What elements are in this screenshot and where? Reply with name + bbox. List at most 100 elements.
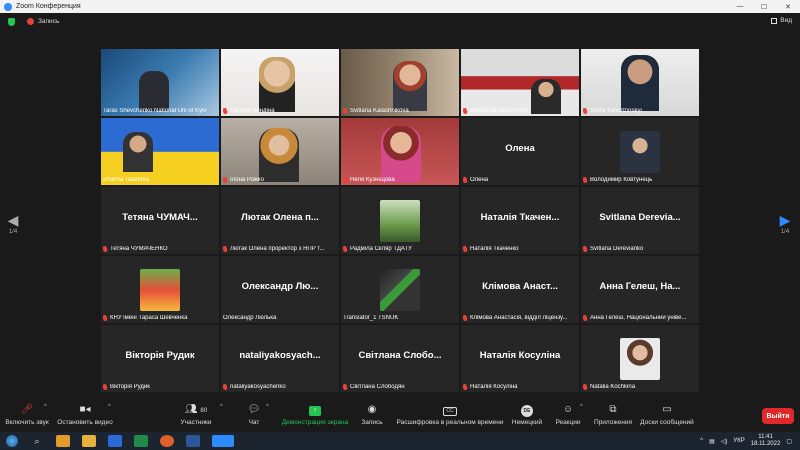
network-icon[interactable]: ▤ — [709, 438, 715, 445]
tile-caption: Анна Гелеш, Національний уніве... — [583, 315, 697, 321]
windows-start-icon[interactable] — [6, 435, 18, 447]
video-tile[interactable]: Наталія Косуліна Наталія Косуліна — [461, 325, 579, 392]
tile-caption: Володимир Ковтунець — [583, 177, 697, 183]
view-button[interactable]: Вид — [771, 17, 792, 24]
video-tile[interactable]: Анна Гелеш, На... Анна Гелеш, Національн… — [581, 256, 699, 323]
leave-meeting-button[interactable]: Выйти — [762, 408, 794, 424]
avatar — [620, 131, 660, 173]
firefox-icon[interactable] — [160, 435, 174, 447]
tile-display-name: Наталія Ткачен... — [480, 212, 560, 223]
video-tile[interactable]: Євгенія Линдіна — [221, 49, 339, 116]
video-tile[interactable]: Тетяна ЧУМАЧ... Тетяна ЧУМАЧЕНКО — [101, 187, 219, 254]
app-icon[interactable] — [108, 435, 122, 447]
tile-display-name: Вікторія Рудик — [125, 350, 195, 361]
muted-mic-icon — [583, 246, 588, 252]
video-tile[interactable]: Zhanna Talanova — [101, 118, 219, 185]
video-tile[interactable]: Неля Кузнєцова — [341, 118, 459, 185]
video-tile[interactable]: Svitlana Kalashnikova — [341, 49, 459, 116]
security-shield-icon[interactable] — [8, 17, 15, 26]
muted-mic-icon — [103, 384, 108, 390]
chevron-up-icon[interactable]: ^ — [580, 404, 583, 410]
participants-button[interactable]: 👥︎ 80 Участники ^ — [178, 404, 222, 426]
stop-video-button[interactable]: ■◂ Остановить видео ^ — [56, 404, 114, 426]
app-icon[interactable] — [56, 435, 70, 447]
chevron-up-icon[interactable]: ^ — [266, 404, 269, 410]
tile-name: Лютак Олена проректор з НПР т... — [230, 246, 325, 252]
record-label: Запись — [361, 419, 383, 426]
search-icon[interactable]: ⌕ — [30, 435, 44, 447]
tile-caption: Світлана Слободян — [343, 384, 457, 390]
video-tile[interactable]: Serhii Yahodzinskyi — [581, 49, 699, 116]
avatar — [380, 269, 420, 311]
live-transcript-button[interactable]: CC Расшифровка в реальном времени — [396, 404, 504, 426]
zoom-taskbar-icon[interactable] — [212, 435, 234, 447]
muted-mic-icon — [343, 384, 348, 390]
tile-caption: Natalia Kochkina — [583, 384, 697, 390]
tile-name: Неля Кузнєцова — [350, 177, 395, 183]
next-page-button[interactable]: ▶ 1/4 — [778, 212, 792, 235]
tile-caption: Євгенія Линдіна — [223, 108, 337, 114]
video-tile[interactable]: Олександр Лю... Олександр Люлька — [221, 256, 339, 323]
video-tile[interactable]: Svitlana Derevia... Svitlana Derevianko — [581, 187, 699, 254]
apps-button[interactable]: ⧉ Приложения — [594, 404, 632, 426]
clock[interactable]: 11:41 18.11.2022 — [751, 434, 781, 448]
whiteboard-button[interactable]: ▭ Доски сообщений — [640, 404, 694, 426]
whiteboard-icon: ▭ — [662, 404, 672, 415]
video-tile[interactable]: Natalia Kochkina — [581, 325, 699, 392]
previous-page-button[interactable]: ◀ 1/4 — [6, 212, 20, 235]
tile-caption: Тетяна ЧУМАЧЕНКО — [103, 246, 217, 252]
chevron-up-icon[interactable]: ^ — [108, 404, 111, 410]
word-icon[interactable] — [186, 435, 200, 447]
video-tile[interactable]: Ілона Рожко — [221, 118, 339, 185]
tile-name: Тетяна ЧУМАЧЕНКО — [110, 246, 168, 252]
chevron-up-icon[interactable]: ^ — [44, 404, 47, 410]
record-button[interactable]: ◉ Запись — [358, 404, 386, 426]
input-language[interactable]: УКР — [733, 438, 744, 444]
maximize-button[interactable]: ☐ — [752, 3, 776, 11]
share-screen-button[interactable]: ↑ Демонстрация экрана — [280, 404, 350, 426]
video-tile[interactable]: Наталія Ткачен... Наталія Ткаченко — [461, 187, 579, 254]
file-explorer-icon[interactable] — [82, 435, 96, 447]
video-tile[interactable]: КНУ імені Тараса Шевченка — [101, 256, 219, 323]
video-tile[interactable]: Taras Shevchenko National Uni of Kyiv — [101, 49, 219, 116]
person-silhouette — [259, 128, 299, 182]
chat-button[interactable]: 💬︎ Чат ^ — [242, 404, 269, 426]
video-tile[interactable]: Лютак Олена п... Лютак Олена проректор з… — [221, 187, 339, 254]
unmute-button[interactable]: 🎤︎ Включить звук ^ — [4, 404, 50, 426]
tile-display-name: Світлана Слобо... — [358, 350, 442, 361]
page-indicator-right: 1/4 — [780, 229, 790, 235]
person-silhouette — [123, 132, 153, 172]
participant-video — [461, 49, 579, 116]
stop-video-label: Остановить видео — [57, 419, 113, 426]
video-tile[interactable]: Радміла Скляр ТДАТУ — [341, 187, 459, 254]
close-button[interactable]: ✕ — [776, 3, 800, 11]
tile-name: Svitlana Kalashnikova — [350, 108, 409, 114]
tile-name: Вячеслав ЦИХАТИЙ — [470, 108, 527, 114]
video-tile[interactable]: Translator_1 TSNUK — [341, 256, 459, 323]
video-tile[interactable]: Олена Олена — [461, 118, 579, 185]
tile-caption: Svitlana Derevianko — [583, 246, 697, 252]
video-tile[interactable]: nataliyakosyach... nataliyakosyachenko — [221, 325, 339, 392]
participant-video — [101, 118, 219, 185]
tile-name: КНУ імені Тараса Шевченка — [110, 315, 188, 321]
tile-name: nataliyakosyachenko — [230, 384, 286, 390]
tile-display-name: Олександр Лю... — [241, 281, 319, 292]
video-tile[interactable]: Володимир Ковтунець — [581, 118, 699, 185]
reactions-button[interactable]: ☺ Реакции ^ — [554, 404, 582, 426]
tile-name: Радміла Скляр ТДАТУ — [350, 246, 412, 252]
video-tile[interactable]: Клімова Анаст... Клімова Анастасія, відд… — [461, 256, 579, 323]
tile-caption: Олександр Люлька — [223, 315, 337, 321]
reactions-label: Реакции — [555, 419, 581, 426]
notification-icon[interactable]: ▢ — [786, 438, 792, 445]
avatar — [140, 269, 180, 311]
minimize-button[interactable]: — — [728, 3, 752, 10]
video-tile[interactable]: Вікторія Рудик Вікторія Рудик — [101, 325, 219, 392]
video-tile[interactable]: Світлана Слобо... Світлана Слободян — [341, 325, 459, 392]
volume-icon[interactable]: ◁) — [721, 438, 728, 445]
tile-name: Наталія Косуліна — [470, 384, 518, 390]
interpretation-button[interactable]: DE Немецкий — [510, 404, 544, 426]
chevron-up-icon[interactable]: ^ — [700, 438, 703, 444]
excel-icon[interactable] — [134, 435, 148, 447]
video-tile[interactable]: Вячеслав ЦИХАТИЙ — [461, 49, 579, 116]
chevron-up-icon[interactable]: ^ — [220, 404, 223, 410]
